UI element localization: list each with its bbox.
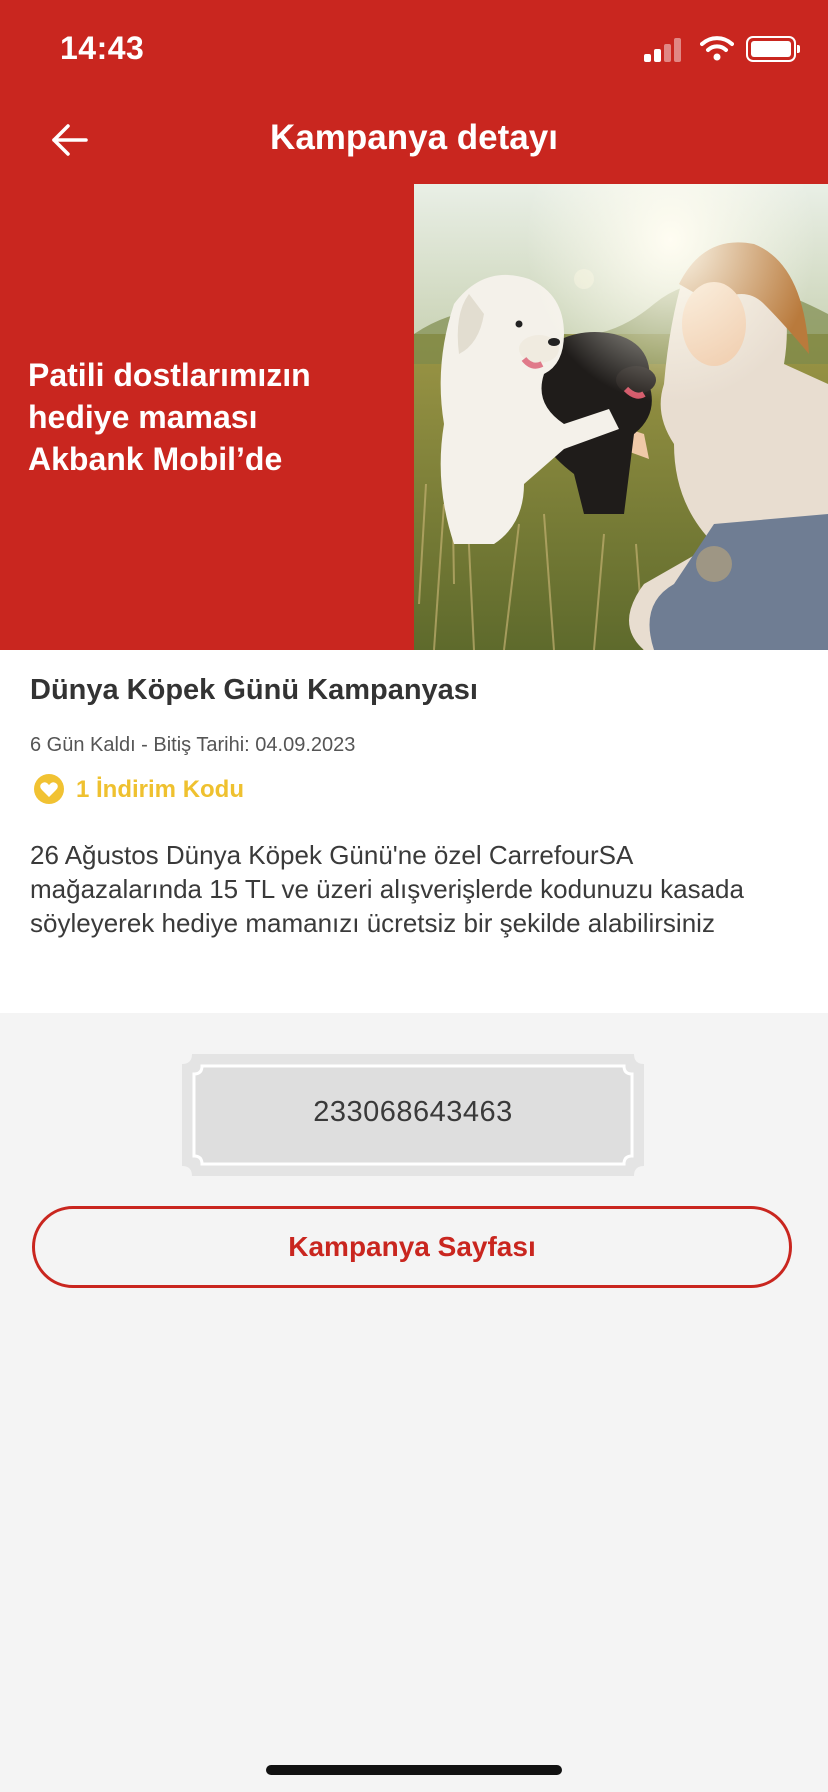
banner-headline-line: hediye maması <box>28 399 258 435</box>
coupon-code: 233068643463 <box>313 1096 513 1128</box>
banner-headline-line: Akbank Mobil’de <box>28 441 283 477</box>
campaign-page-button[interactable]: Kampanya Sayfası <box>32 1206 792 1288</box>
app-header: 14:43 Kampanya detayı <box>0 0 828 184</box>
discount-code-count-label: 1 İndirim Kodu <box>76 776 244 803</box>
cellular-signal-icon <box>644 38 688 62</box>
campaign-deadline: 6 Gün Kaldı - Bitiş Tarihi: 04.09.2023 <box>30 734 356 756</box>
heart-icon <box>34 774 64 804</box>
campaign-title: Dünya Köpek Günü Kampanyası <box>30 674 478 706</box>
banner-headline-line: Patili dostlarımızın <box>28 357 311 393</box>
banner-headline: Patili dostlarımızın hediye maması Akban… <box>28 354 388 480</box>
status-icons <box>644 34 800 64</box>
campaign-banner: Patili dostlarımızın hediye maması Akban… <box>0 184 828 650</box>
campaign-info: Dünya Köpek Günü Kampanyası 6 Gün Kaldı … <box>0 650 828 1013</box>
coupon-ticket[interactable]: 233068643463 <box>182 1054 644 1176</box>
home-indicator[interactable] <box>266 1765 562 1775</box>
page-title: Kampanya detayı <box>270 118 558 157</box>
woman-with-two-dogs-photo <box>414 184 828 650</box>
battery-icon <box>746 36 800 62</box>
wifi-icon <box>700 36 734 61</box>
campaign-description: 26 Ağustos Dünya Köpek Günü'ne özel Carr… <box>30 840 744 938</box>
status-time: 14:43 <box>60 30 145 66</box>
